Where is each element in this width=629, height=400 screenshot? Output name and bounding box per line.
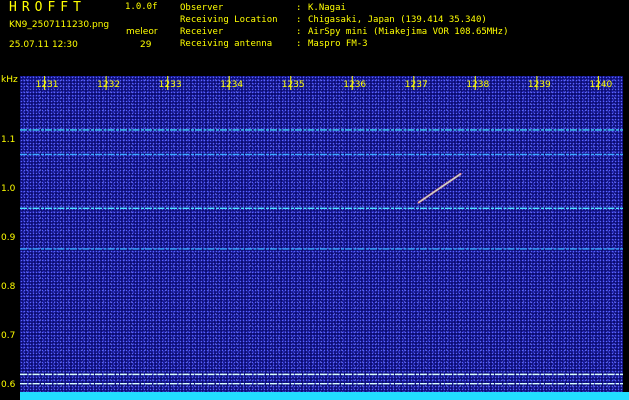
observer-value: K.Nagai bbox=[308, 3, 346, 13]
x-tick-label: 1234 bbox=[220, 80, 244, 90]
location-colon: : bbox=[296, 15, 302, 25]
receiver-label: Receiver bbox=[180, 27, 224, 37]
app-title: HROFFT bbox=[9, 0, 86, 15]
header-panel: HROFFT 1.0.0f KN9_2507111230.png meleor … bbox=[0, 0, 629, 76]
y-tick-label: 1.0 bbox=[1, 183, 16, 194]
right-border bbox=[623, 76, 629, 392]
antenna-label: Receiving antenna bbox=[180, 39, 273, 49]
program-label: meleor bbox=[126, 27, 158, 37]
version-label: 1.0.0f bbox=[125, 2, 158, 12]
location-label: Receiving Location bbox=[180, 15, 278, 25]
location-value: Chigasaki, Japan (139.414 35.340) bbox=[308, 15, 487, 25]
signal-level-bar bbox=[20, 392, 629, 400]
y-tick-label: 0.6 bbox=[1, 379, 16, 390]
x-tick-label: 1239 bbox=[527, 80, 551, 90]
x-tick-label: 1238 bbox=[466, 80, 490, 90]
observer-colon: : bbox=[296, 3, 302, 13]
y-tick-label: 0.7 bbox=[1, 330, 16, 341]
receiver-value: AirSpy mini (Miakejima VOR 108.65MHz) bbox=[308, 27, 509, 37]
y-axis-unit: kHz bbox=[1, 75, 18, 85]
observer-label: Observer bbox=[180, 3, 224, 13]
echo-count: 29 bbox=[140, 40, 152, 50]
x-tick-label: 1237 bbox=[404, 80, 428, 90]
file-name: KN9_2507111230.png bbox=[9, 20, 110, 30]
x-tick-label: 1240 bbox=[589, 80, 613, 90]
receiver-colon: : bbox=[296, 27, 302, 37]
x-tick-label: 1233 bbox=[158, 80, 182, 90]
x-tick-label: 1235 bbox=[281, 80, 305, 90]
antenna-value: Maspro FM-3 bbox=[308, 39, 368, 49]
x-tick-label: 1236 bbox=[343, 80, 367, 90]
spectrogram-plot bbox=[20, 76, 623, 392]
timestamp: 25.07.11 12:30 bbox=[9, 40, 78, 50]
spectrogram-overlay bbox=[20, 76, 623, 385]
meteor-echo-core bbox=[418, 173, 461, 203]
y-tick-label: 0.8 bbox=[1, 281, 16, 292]
y-tick-label: 0.9 bbox=[1, 232, 16, 243]
x-tick-label: 1232 bbox=[97, 80, 121, 90]
x-tick-label: 1231 bbox=[35, 80, 59, 90]
antenna-colon: : bbox=[296, 39, 302, 49]
y-tick-label: 1.1 bbox=[1, 134, 16, 145]
